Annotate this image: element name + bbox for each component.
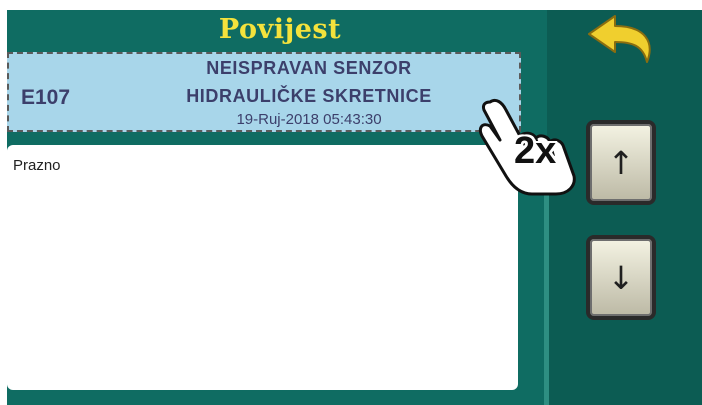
error-message-line1: NEISPRAVAN SENZOR: [206, 58, 412, 78]
back-button[interactable]: [585, 12, 665, 72]
page-title: Povijest: [218, 14, 342, 45]
error-timestamp: 19-Ruj-2018 05:43:30: [236, 111, 382, 128]
error-message-line2: HIDRAULIČKE SKRETNICE: [186, 86, 432, 106]
history-entry[interactable]: E107 NEISPRAVAN SENZOR HIDRAULIČKE SKRET…: [7, 52, 521, 132]
scroll-up-button[interactable]: ↑: [586, 120, 656, 205]
back-arrow-icon: [588, 15, 651, 63]
error-code: E107: [21, 86, 71, 109]
up-arrow-icon: ↑: [607, 143, 635, 182]
empty-text: Prazno: [13, 157, 61, 174]
down-arrow-icon: ↓: [607, 258, 635, 297]
tap-count-label: 2x: [514, 130, 557, 172]
details-box: Prazno: [7, 145, 518, 390]
scroll-down-button[interactable]: ↓: [586, 235, 656, 320]
